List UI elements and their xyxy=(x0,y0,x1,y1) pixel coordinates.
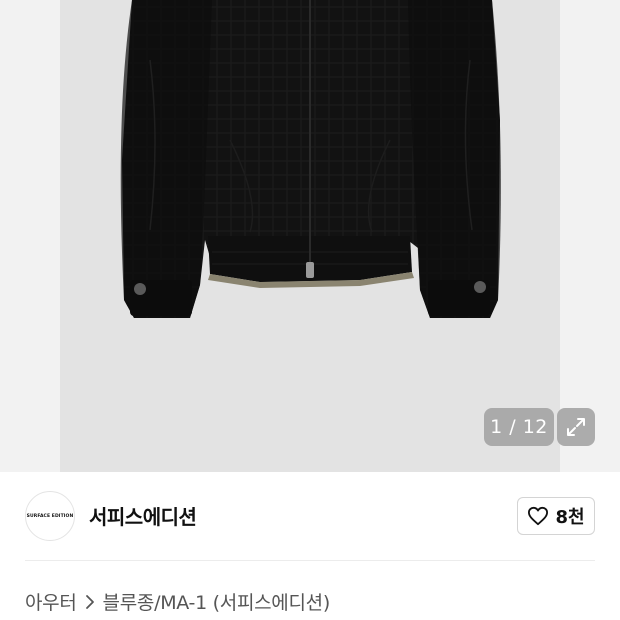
shop-info-row: SURFACE EDITION 서피스에디션 8천 xyxy=(0,472,620,560)
product-jacket-image xyxy=(120,0,501,318)
like-button[interactable]: 8천 xyxy=(517,497,595,535)
shop-logo-text: SURFACE EDITION xyxy=(26,513,74,519)
expand-arrows-icon xyxy=(567,418,585,436)
image-counter-text: 1 / 12 xyxy=(490,416,548,438)
section-divider xyxy=(25,560,595,561)
like-count: 8천 xyxy=(555,507,585,528)
shop-logo[interactable]: SURFACE EDITION xyxy=(25,491,75,541)
category-breadcrumb: 아우터 블루종/MA-1 (서피스에디션) xyxy=(25,588,330,615)
expand-image-button[interactable] xyxy=(557,408,595,446)
breadcrumb-category[interactable]: 아우터 xyxy=(25,588,77,615)
breadcrumb-subcategory[interactable]: 블루종/MA-1 (서피스에디션) xyxy=(103,588,331,615)
shop-name[interactable]: 서피스에디션 xyxy=(89,501,197,530)
image-page-counter: 1 / 12 xyxy=(484,408,554,446)
chevron-right-icon xyxy=(85,594,95,610)
heart-outline-icon xyxy=(528,506,549,526)
product-image-gallery[interactable]: 1 / 12 xyxy=(0,0,620,472)
